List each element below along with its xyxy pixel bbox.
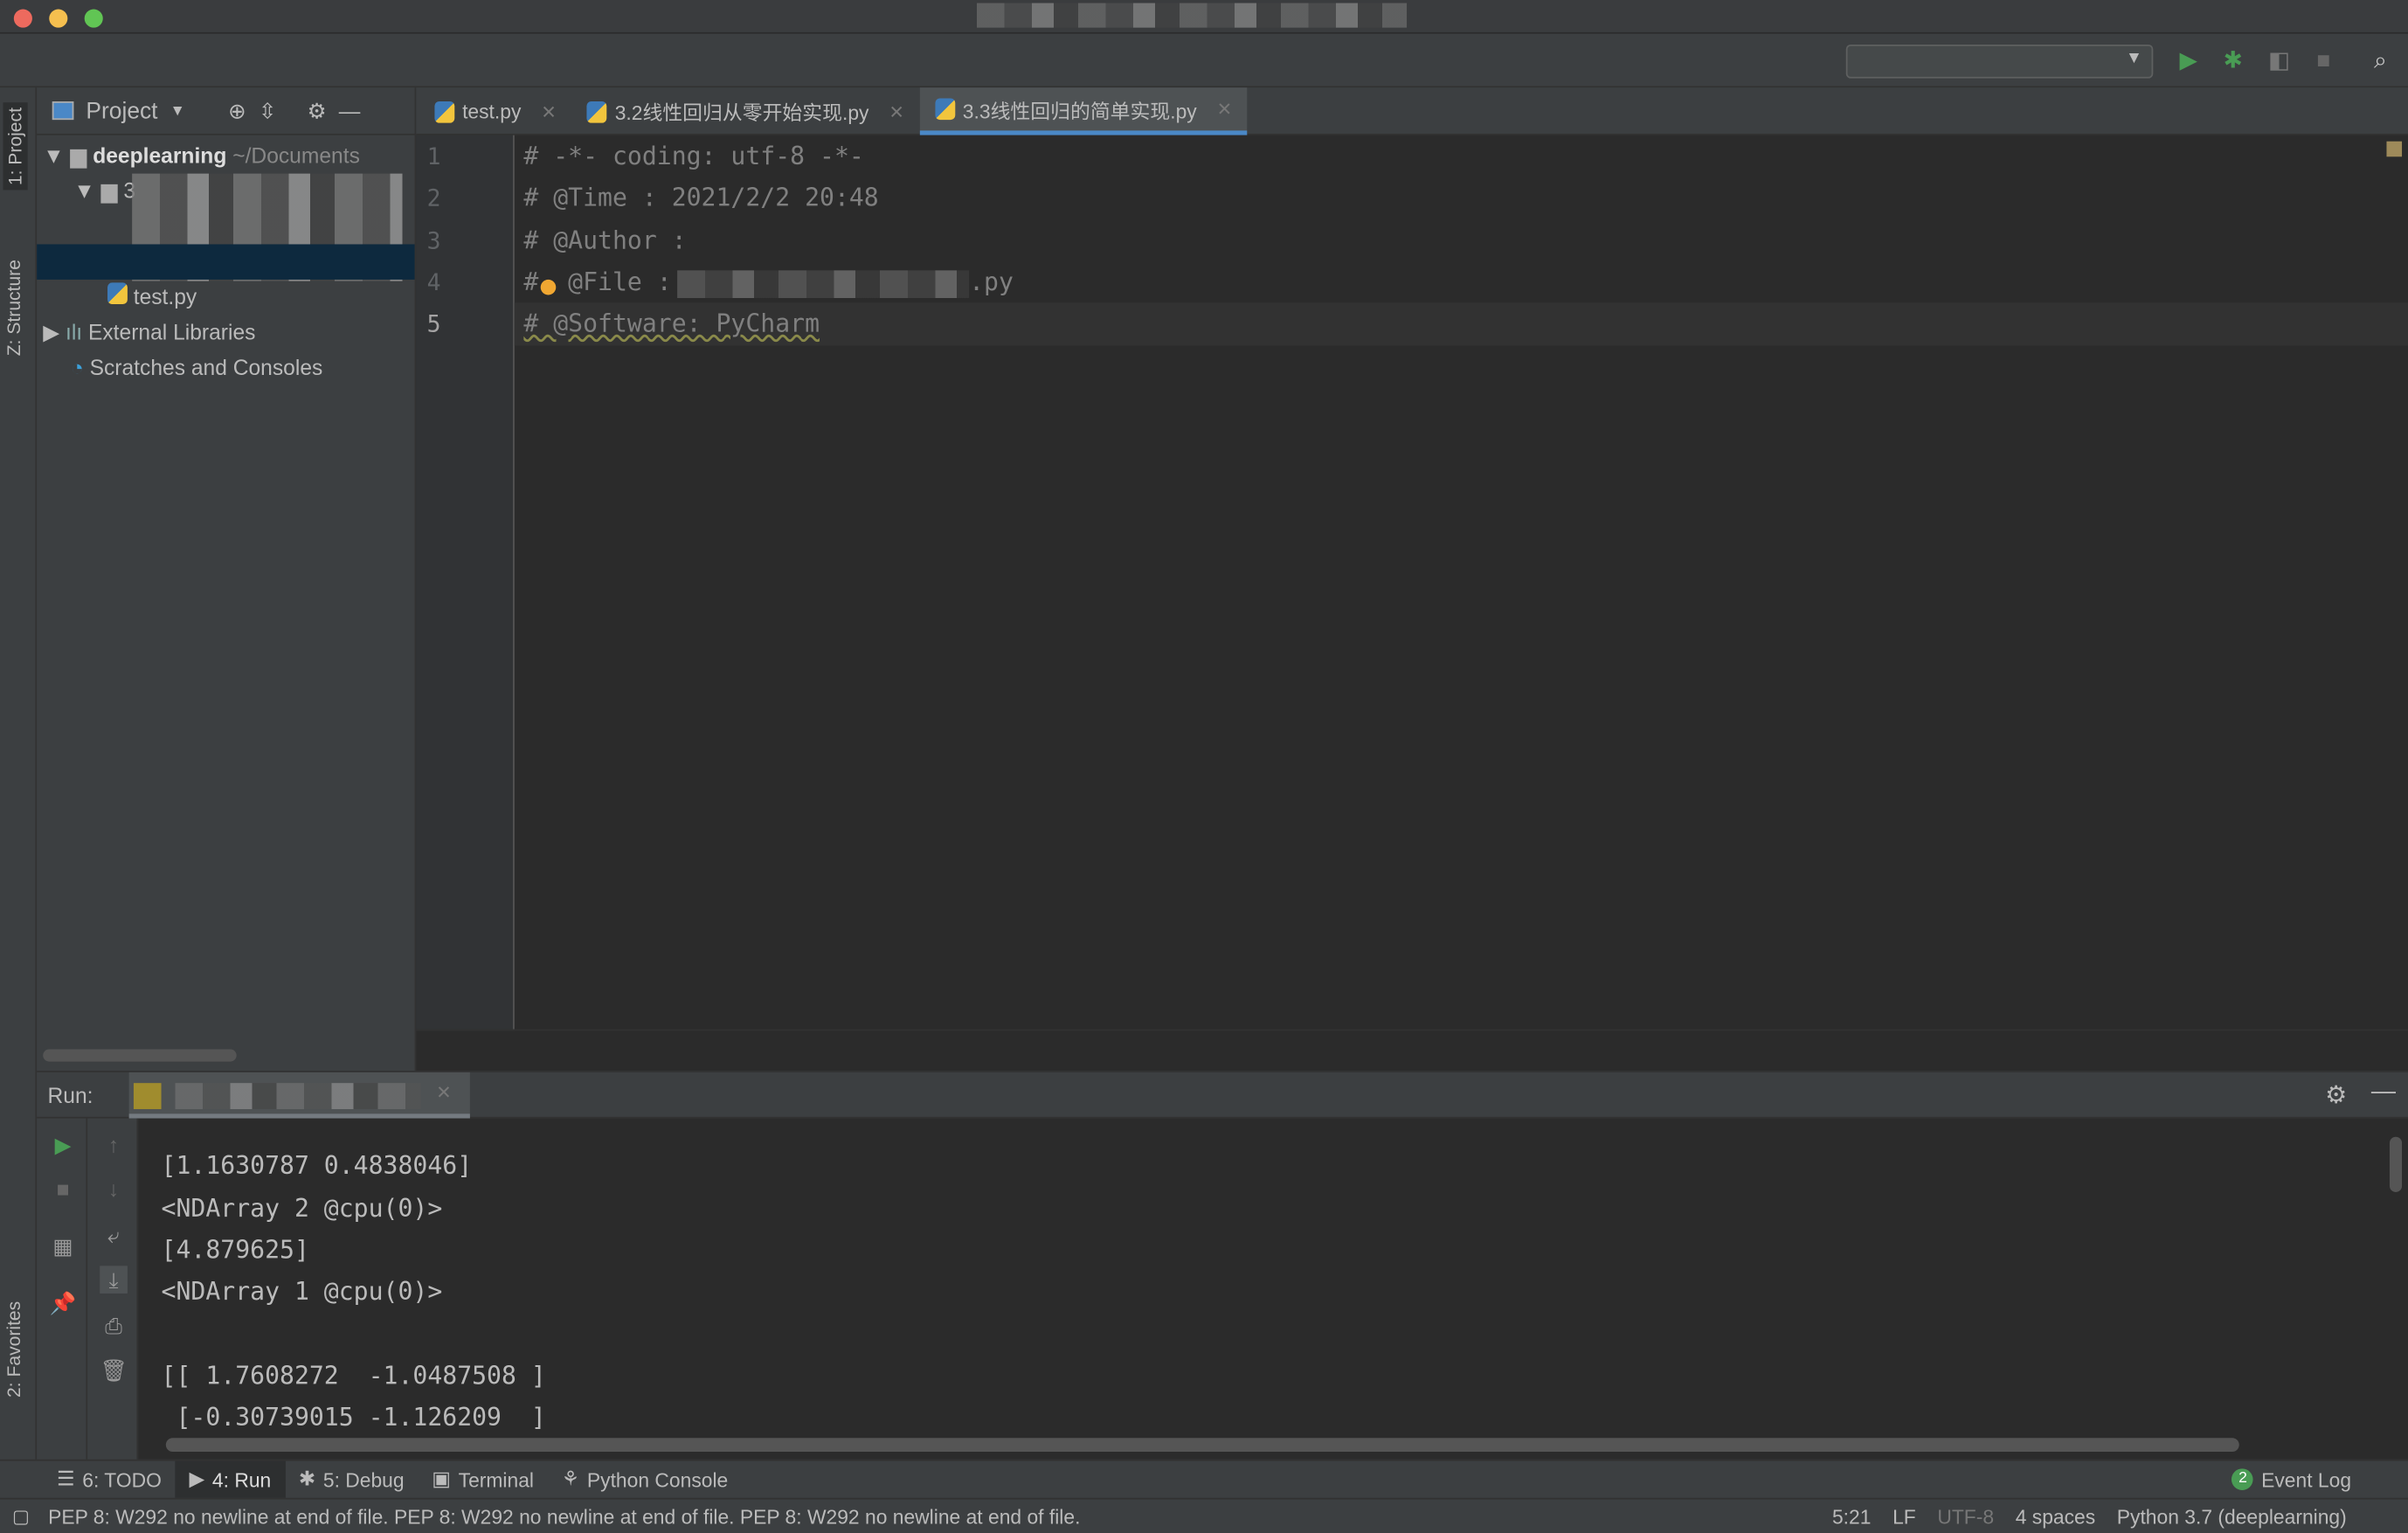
panel-toggle-icon[interactable]: ▢ xyxy=(12,1506,30,1528)
tool-window-bar: ☰ 6: TODO ▶ 4: Run ✱ 5: Debug ▣ Terminal ⚘ Py… xyxy=(0,1459,2408,1499)
lightbulb-icon[interactable] xyxy=(540,279,557,295)
run-toolbar-left: ▶ ■ ▦ 📌 xyxy=(37,1118,88,1460)
down-icon[interactable]: ↓ xyxy=(100,1176,128,1204)
tab-3-3[interactable]: 3.3线性回归的简单实现.py ✕ xyxy=(919,87,1248,135)
line-number: 5 xyxy=(426,310,441,338)
indent-setting[interactable]: 4 spaces xyxy=(2016,1505,2095,1528)
horizontal-scrollbar[interactable] xyxy=(165,1438,2239,1453)
run-panel-header: Run: ✕ ⚙ — xyxy=(37,1071,2408,1119)
tree-item-deeplearning[interactable]: ▼ ▆ deeplearning ~/Documents xyxy=(37,138,414,173)
code-line: # @Author : xyxy=(523,225,687,255)
event-log-button[interactable]: 2 Event Log xyxy=(2218,1460,2365,1499)
output-line: [[ 1.7608272 -1.0487508 ] xyxy=(161,1361,546,1391)
up-icon[interactable]: ↑ xyxy=(100,1131,128,1159)
gear-icon[interactable]: ⚙ xyxy=(2325,1080,2347,1111)
layout-icon[interactable]: ▦ xyxy=(49,1232,77,1260)
output-line: [-0.30739015 -1.126209 ] xyxy=(161,1402,546,1432)
file-encoding[interactable]: UTF-8 xyxy=(1937,1505,1994,1528)
tool-tab-project[interactable]: 1: Project xyxy=(3,102,28,191)
left-tool-strip: 1: Project Z: Structure 2: Favorites xyxy=(0,87,38,1460)
status-message: PEP 8: W292 no newline at end of file. P… xyxy=(48,1504,1081,1529)
vertical-scrollbar[interactable] xyxy=(2389,1136,2403,1192)
project-icon xyxy=(52,101,74,121)
list-icon: ☰ xyxy=(57,1467,75,1490)
line-number: 2 xyxy=(426,184,441,212)
close-icon[interactable]: ✕ xyxy=(541,101,557,122)
close-window-button[interactable] xyxy=(13,9,32,28)
project-view-dropdown[interactable]: Project xyxy=(86,98,157,124)
tree-item-scratches[interactable]: ◔ Scratches and Consoles xyxy=(37,350,414,385)
hide-icon[interactable]: — xyxy=(339,98,361,122)
tool-tab-run[interactable]: ▶ 4: Run xyxy=(175,1460,286,1499)
tree-item-folder[interactable]: ▼ ▆ 3 xyxy=(37,173,414,281)
tree-item-external-libraries[interactable]: ▶ ılı External Libraries xyxy=(37,315,414,350)
tab-test-py[interactable]: test.py ✕ xyxy=(416,87,571,135)
tool-tab-python-console[interactable]: ⚘ Python Console xyxy=(548,1460,742,1499)
event-count-badge: 2 xyxy=(2232,1468,2254,1490)
output-line: <NDArray 2 @cpu(0)> xyxy=(161,1193,443,1224)
bug-icon: ✱ xyxy=(298,1467,316,1490)
run-toolbar-right: ↑ ↓ ⤶ ⤓ ⎙ 🗑 xyxy=(87,1118,139,1460)
line-number: 4 xyxy=(426,268,441,297)
coverage-icon[interactable]: ◧ xyxy=(2264,46,2294,77)
locate-icon[interactable]: ⊕ xyxy=(228,98,246,124)
trash-icon[interactable]: 🗑 xyxy=(100,1356,128,1384)
code-line: # -*- coding: utf-8 -*- xyxy=(523,141,864,171)
title-bar xyxy=(0,0,2408,34)
minimize-window-button[interactable] xyxy=(49,9,68,28)
scroll-to-end-icon[interactable]: ⤓ xyxy=(100,1266,128,1294)
redacted-title xyxy=(976,3,1408,28)
print-icon[interactable]: ⎙ xyxy=(100,1312,128,1340)
run-output[interactable]: [1.1630787 0.4838046] <NDArray 2 @cpu(0)… xyxy=(138,1118,2408,1460)
line-number: 3 xyxy=(426,227,441,255)
python-interpreter[interactable]: Python 3.7 (deeplearning) xyxy=(2117,1505,2347,1528)
tool-tab-debug[interactable]: ✱ 5: Debug xyxy=(285,1460,418,1499)
run-label: Run: xyxy=(47,1083,93,1108)
output-line: <NDArray 1 @cpu(0)> xyxy=(161,1276,443,1307)
run-config-dropdown[interactable]: ▼ xyxy=(1845,44,2154,79)
tab-3-2[interactable]: 3.2线性回归从零开始实现.py ✕ xyxy=(571,87,919,135)
python-icon: ⚘ xyxy=(561,1467,580,1490)
pycharm-window: ▼ ▶ ✱ ◧ ■ ⌕ 1: Project Z: Structure 2: F… xyxy=(0,0,2408,1533)
code-line: # @Software: PyCharm xyxy=(523,309,820,338)
debug-icon[interactable]: ✱ xyxy=(2218,46,2248,77)
inspection-indicator[interactable] xyxy=(2386,141,2403,157)
close-icon[interactable]: ✕ xyxy=(889,101,904,122)
search-icon[interactable]: ⌕ xyxy=(2365,46,2396,77)
project-panel: Project ▼ ⊕ ⇳ ⚙ — ▼ ▆ deeplearning ~/Docu… xyxy=(37,87,417,1072)
hide-icon[interactable]: — xyxy=(2371,1079,2396,1106)
close-icon[interactable]: ✕ xyxy=(1217,98,1233,120)
tool-tab-favorites[interactable]: 2: Favorites xyxy=(3,1301,25,1398)
redacted-filename xyxy=(677,270,970,298)
run-tab[interactable]: ✕ xyxy=(128,1072,470,1119)
pin-icon[interactable]: 📌 xyxy=(49,1289,77,1317)
tool-tab-structure[interactable]: Z: Structure xyxy=(3,260,25,356)
code-line: # @Time : 2021/2/2 20:48 xyxy=(523,183,879,212)
line-number: 1 xyxy=(426,142,441,171)
editor-tabs: test.py ✕ 3.2线性回归从零开始实现.py ✕ 3.3线性回归的简单实现.… xyxy=(416,87,2408,135)
tool-tab-terminal[interactable]: ▣ Terminal xyxy=(418,1460,547,1499)
tool-tab-todo[interactable]: ☰ 6: TODO xyxy=(43,1460,176,1499)
run-icon[interactable]: ▶ xyxy=(2173,46,2204,77)
code-line-suffix: .py xyxy=(969,267,1014,297)
caret-position[interactable]: 5:21 xyxy=(1832,1505,1871,1528)
terminal-icon: ▣ xyxy=(432,1467,451,1490)
soft-wrap-icon[interactable]: ⤶ xyxy=(100,1221,128,1249)
horizontal-scrollbar[interactable] xyxy=(43,1049,237,1062)
code-editor[interactable]: 1 2 3 4 5 # -*- coding: utf-8 -*- # @Tim… xyxy=(416,135,2408,1030)
close-icon[interactable]: ✕ xyxy=(436,1081,452,1103)
collapse-icon[interactable]: ⇳ xyxy=(259,98,277,124)
rerun-icon[interactable]: ▶ xyxy=(49,1131,77,1159)
line-separator[interactable]: LF xyxy=(1892,1505,1916,1528)
zoom-window-button[interactable] xyxy=(84,9,103,28)
output-line: [1.1630787 0.4838046] xyxy=(161,1150,473,1180)
tree-item-test-py[interactable]: test.py xyxy=(37,280,414,315)
stop-icon[interactable]: ■ xyxy=(49,1176,77,1204)
run-icon: ▶ xyxy=(189,1467,205,1490)
gear-icon[interactable]: ⚙ xyxy=(308,98,327,124)
stop-icon[interactable]: ■ xyxy=(2308,46,2339,77)
status-bar: ▢ PEP 8: W292 no newline at end of file.… xyxy=(0,1497,2408,1533)
output-line: [4.879625] xyxy=(161,1235,309,1265)
